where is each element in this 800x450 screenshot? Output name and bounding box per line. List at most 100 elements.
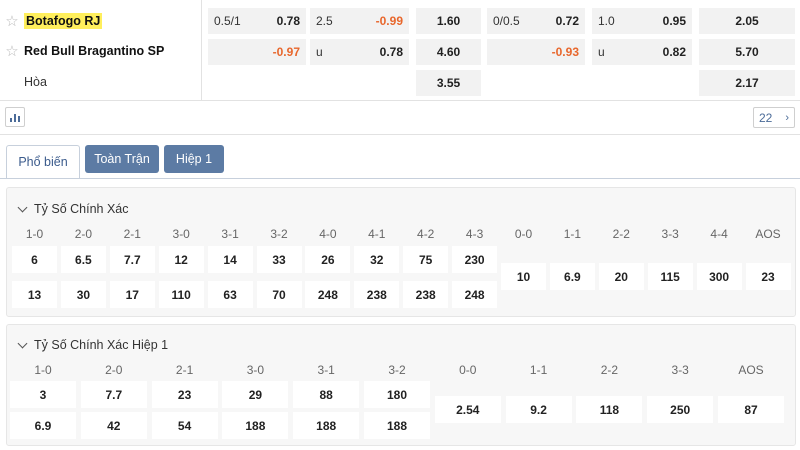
score-odd-draw[interactable]: 20 bbox=[598, 263, 644, 290]
score-odd-draw[interactable]: 6.9 bbox=[549, 263, 595, 290]
tab-popular[interactable]: Phổ biến bbox=[6, 145, 80, 178]
score-odd-away[interactable]: 6.9 bbox=[10, 412, 76, 439]
score-odd-draw[interactable]: 250 bbox=[647, 396, 714, 423]
score-odd-away[interactable]: 110 bbox=[158, 281, 204, 308]
score-odd-away[interactable]: 238 bbox=[403, 281, 449, 308]
score-odd-away[interactable]: 63 bbox=[207, 281, 253, 308]
score-odd-draw[interactable]: 2.54 bbox=[434, 396, 501, 423]
score-odd-home[interactable]: 88 bbox=[293, 381, 360, 408]
score-odd-away[interactable]: 70 bbox=[256, 281, 302, 308]
score-odd-home[interactable]: 7.7 bbox=[80, 381, 147, 408]
score-header: AOS bbox=[755, 227, 781, 241]
score-odd-draw[interactable]: 115 bbox=[647, 263, 693, 290]
score-header: 1-1 bbox=[529, 363, 548, 377]
score-odd-away[interactable]: 188 bbox=[222, 412, 289, 439]
star-icon[interactable]: ☆ bbox=[0, 44, 24, 59]
tab-first-half[interactable]: Hiệp 1 bbox=[164, 145, 224, 173]
more-markets-button[interactable]: 22 › bbox=[753, 107, 795, 128]
score-odd-away[interactable]: 42 bbox=[80, 412, 147, 439]
stats-chart-icon[interactable] bbox=[5, 107, 25, 127]
teams-column: ☆ Botafogo RJ ☆ Red Bull Bragantino SP H… bbox=[0, 0, 202, 100]
score-odd-away[interactable]: 248 bbox=[452, 281, 498, 308]
odds-cell-h1-overunder-under[interactable]: u 0.82 bbox=[592, 39, 692, 65]
odd-value: 2.05 bbox=[735, 14, 759, 28]
score-odd-home[interactable]: 75 bbox=[403, 246, 449, 273]
odd-value: -0.97 bbox=[272, 45, 300, 59]
chevron-down-icon[interactable] bbox=[17, 202, 28, 212]
score-odd-draw[interactable]: 87 bbox=[718, 396, 784, 423]
odds-cell-h1-1x2-draw[interactable]: 2.17 bbox=[699, 70, 795, 96]
score-odd-home[interactable]: 23 bbox=[151, 381, 218, 408]
score-odd-away[interactable]: 238 bbox=[354, 281, 400, 308]
odds-cell-overunder-under[interactable]: u 0.78 bbox=[310, 39, 409, 65]
score-odd-away[interactable]: 54 bbox=[151, 412, 218, 439]
divider bbox=[0, 134, 800, 135]
score-odd-home[interactable]: 29 bbox=[222, 381, 289, 408]
team-row-away: ☆ Red Bull Bragantino SP bbox=[0, 38, 202, 64]
star-icon[interactable]: ☆ bbox=[0, 14, 24, 29]
team-name-home[interactable]: Botafogo RJ bbox=[24, 13, 103, 29]
odd-value: -0.99 bbox=[375, 14, 403, 28]
score-odd-draw[interactable]: 118 bbox=[576, 396, 643, 423]
score-odd-home[interactable]: 32 bbox=[354, 246, 400, 273]
odds-cell-handicap-home[interactable]: 0.5/1 0.78 bbox=[208, 8, 306, 34]
score-header: 0-0 bbox=[459, 363, 477, 377]
score-odd-draw[interactable]: 300 bbox=[696, 263, 742, 290]
score-odd-away[interactable]: 17 bbox=[109, 281, 155, 308]
score-header: 3-2 bbox=[388, 363, 406, 377]
odd-value: 2.17 bbox=[735, 76, 759, 90]
odds-cell-h1-handicap-home[interactable]: 0/0.5 0.72 bbox=[487, 8, 585, 34]
score-odd-home[interactable]: 3 bbox=[10, 381, 76, 408]
score-odd-draw[interactable]: 10 bbox=[501, 263, 546, 290]
score-header: 3-3 bbox=[661, 227, 679, 241]
odd-value: 0.82 bbox=[662, 45, 686, 59]
score-odd-away[interactable]: 188 bbox=[364, 412, 430, 439]
score-odd-away[interactable]: 248 bbox=[305, 281, 351, 308]
overunder-line: 1.0 bbox=[598, 14, 615, 28]
tab-underline bbox=[0, 178, 800, 179]
score-odd-home[interactable]: 12 bbox=[158, 246, 204, 273]
odds-cell-1x2-away[interactable]: 4.60 bbox=[416, 39, 481, 65]
odds-cell-h1-overunder-over[interactable]: 1.0 0.95 bbox=[592, 8, 692, 34]
correct-score-h1-header[interactable]: Tỷ Số Chính Xác Hiệp 1 bbox=[17, 338, 168, 352]
score-header: 0-0 bbox=[514, 227, 533, 241]
handicap-line: 0/0.5 bbox=[493, 14, 520, 28]
tab-full-match[interactable]: Toàn Trận bbox=[85, 145, 159, 173]
odds-cell-handicap-away[interactable]: -0.97 bbox=[208, 39, 306, 65]
score-header: 4-4 bbox=[710, 227, 728, 241]
score-odd-away[interactable]: 13 bbox=[12, 281, 57, 308]
divider bbox=[0, 100, 800, 101]
odds-cell-h1-1x2-home[interactable]: 2.05 bbox=[699, 8, 795, 34]
score-odd-home[interactable]: 26 bbox=[305, 246, 351, 273]
score-odd-home[interactable]: 7.7 bbox=[109, 246, 155, 273]
odd-value: 0.78 bbox=[276, 14, 300, 28]
score-odd-home[interactable]: 180 bbox=[364, 381, 430, 408]
score-odd-draw[interactable]: 23 bbox=[745, 263, 791, 290]
score-odd-away[interactable]: 188 bbox=[293, 412, 360, 439]
score-odd-home[interactable]: 6.5 bbox=[60, 246, 106, 273]
odd-value: 0.78 bbox=[379, 45, 403, 59]
score-odd-home[interactable]: 230 bbox=[452, 246, 498, 273]
odds-cell-overunder-over[interactable]: 2.5 -0.99 bbox=[310, 8, 409, 34]
chevron-down-icon[interactable] bbox=[17, 338, 28, 348]
odds-cell-1x2-draw[interactable]: 3.55 bbox=[416, 70, 481, 96]
correct-score-header[interactable]: Tỷ Số Chính Xác bbox=[17, 202, 129, 216]
panel-title: Tỷ Số Chính Xác bbox=[34, 202, 129, 216]
odds-cell-1x2-home[interactable]: 1.60 bbox=[416, 8, 481, 34]
score-odd-home[interactable]: 6 bbox=[12, 246, 57, 273]
score-odd-home[interactable]: 14 bbox=[207, 246, 253, 273]
score-odd-away[interactable]: 30 bbox=[60, 281, 106, 308]
overunder-line: u bbox=[598, 45, 605, 59]
score-header: 1-0 bbox=[34, 363, 52, 377]
score-header: 3-0 bbox=[172, 227, 190, 241]
score-odd-home[interactable]: 33 bbox=[256, 246, 302, 273]
odd-value: 3.55 bbox=[436, 76, 461, 90]
odds-cell-h1-1x2-away[interactable]: 5.70 bbox=[699, 39, 795, 65]
score-header: 3-0 bbox=[246, 363, 265, 377]
score-header: 2-2 bbox=[600, 363, 619, 377]
draw-label: Hòa bbox=[24, 75, 47, 89]
team-name-away[interactable]: Red Bull Bragantino SP bbox=[24, 44, 164, 58]
score-header: 1-1 bbox=[563, 227, 582, 241]
odds-cell-h1-handicap-away[interactable]: -0.93 bbox=[487, 39, 585, 65]
score-odd-draw[interactable]: 9.2 bbox=[505, 396, 572, 423]
